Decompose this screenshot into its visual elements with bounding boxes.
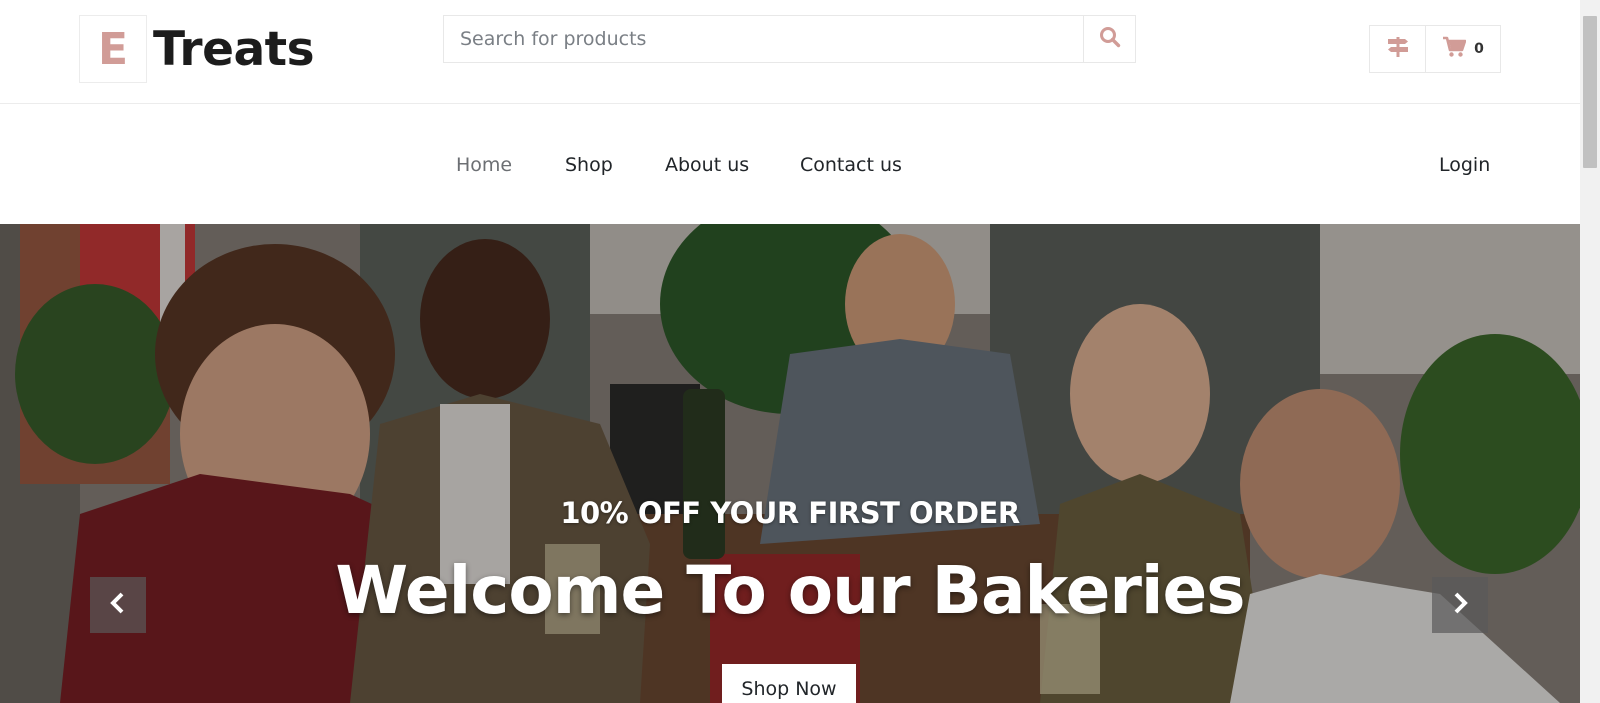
search-icon	[1099, 26, 1121, 53]
filter-button[interactable]	[1369, 25, 1426, 73]
hero-title: Welcome To our Bakeries	[335, 552, 1245, 629]
brand-logo[interactable]: E Treats	[79, 15, 315, 83]
hero-carousel: 10% OFF YOUR FIRST ORDER Welcome To our …	[0, 224, 1580, 703]
nav-item-shop[interactable]: Shop	[565, 154, 613, 176]
cart-count-badge: 0	[1474, 41, 1484, 57]
brand-name: Treats	[153, 21, 315, 77]
brand-letter-box: E	[79, 15, 147, 83]
scrollbar-thumb[interactable]	[1583, 16, 1597, 168]
search-bar	[443, 15, 1136, 63]
cart-button[interactable]: 0	[1426, 25, 1501, 73]
nav-item-about-us[interactable]: About us	[665, 154, 749, 176]
chevron-right-icon	[1450, 591, 1470, 620]
page-scrollbar[interactable]	[1580, 0, 1600, 703]
carousel-next-button[interactable]	[1432, 577, 1488, 633]
search-button[interactable]	[1083, 16, 1135, 62]
cart-icon	[1442, 36, 1467, 63]
hero-subtitle: 10% OFF YOUR FIRST ORDER	[560, 496, 1020, 530]
nav-item-home[interactable]: Home	[456, 154, 512, 176]
hero-dark-overlay	[0, 224, 1580, 703]
header-actions: 0	[1369, 25, 1501, 73]
nav-item-contact-us[interactable]: Contact us	[800, 154, 902, 176]
shop-now-button[interactable]: Shop Now	[722, 664, 856, 703]
carousel-prev-button[interactable]	[90, 577, 146, 633]
search-input[interactable]	[444, 16, 1083, 62]
login-link[interactable]: Login	[1439, 154, 1490, 176]
top-header: E Treats Search for products 0	[0, 0, 1580, 104]
chevron-left-icon	[108, 591, 128, 620]
main-navigation: Home Shop About us Contact us Login	[0, 104, 1580, 224]
filter-icon	[1387, 36, 1409, 63]
